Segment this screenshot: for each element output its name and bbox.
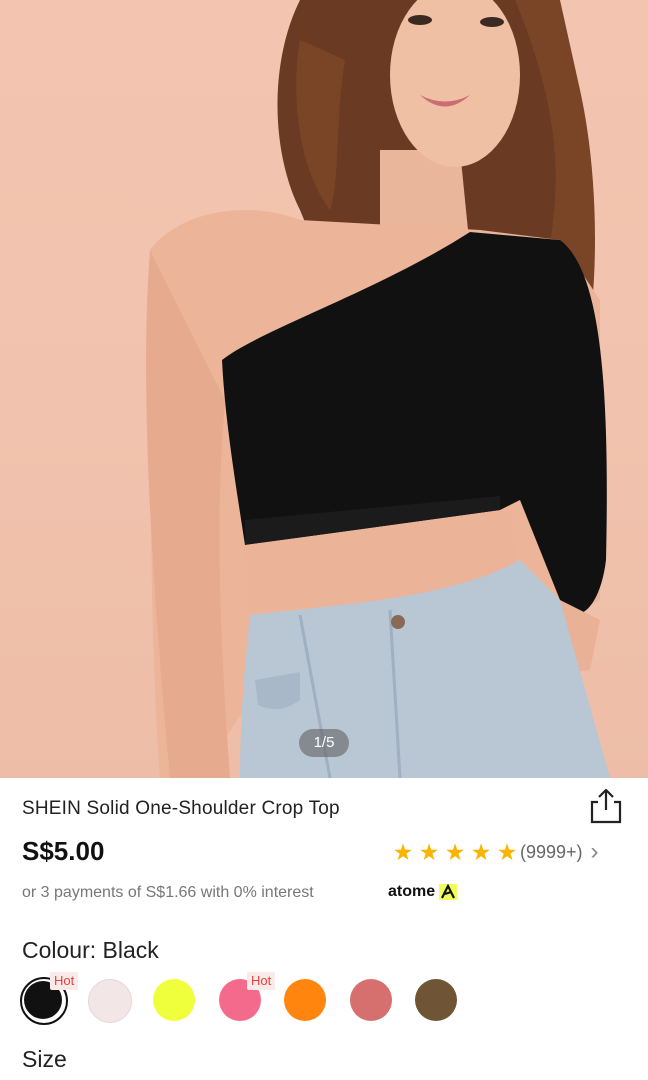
product-page: 1/5 SHEIN Solid One-Shoulder Crop Top S$… bbox=[0, 0, 648, 1080]
hot-badge: Hot bbox=[247, 972, 276, 990]
rating-stars: ★ ★ ★ ★ ★ bbox=[390, 838, 520, 866]
chevron-right-icon: › bbox=[590, 838, 599, 865]
colour-swatch[interactable] bbox=[153, 979, 195, 1021]
colour-swatch[interactable] bbox=[415, 979, 457, 1021]
colour-swatch[interactable] bbox=[350, 979, 392, 1021]
star-icon: ★ bbox=[444, 839, 466, 865]
star-icon: ★ bbox=[470, 839, 492, 865]
colour-swatch[interactable] bbox=[88, 979, 132, 1023]
installment-text: or 3 payments of S$1.66 with 0% interest bbox=[22, 884, 314, 901]
hot-badge: Hot bbox=[50, 972, 79, 990]
product-price: S$5.00 bbox=[22, 836, 105, 866]
image-counter: 1/5 bbox=[299, 729, 349, 757]
share-icon[interactable] bbox=[588, 786, 624, 826]
star-icon: ★ bbox=[496, 839, 518, 865]
atome-label: atome bbox=[388, 883, 436, 900]
size-label: Size bbox=[22, 1046, 67, 1072]
rating-summary[interactable]: ★ ★ ★ ★ ★ (9999+) › bbox=[390, 838, 599, 866]
product-title: SHEIN Solid One-Shoulder Crop Top bbox=[22, 798, 340, 819]
star-icon: ★ bbox=[418, 839, 440, 865]
product-photo bbox=[146, 0, 610, 778]
product-image-carousel[interactable]: 1/5 bbox=[0, 0, 648, 778]
colour-label: Colour: Black bbox=[22, 937, 159, 963]
colour-swatch[interactable] bbox=[284, 979, 326, 1021]
atome-brand[interactable]: atome bbox=[388, 883, 458, 901]
review-count: (9999+) bbox=[520, 841, 583, 862]
star-icon: ★ bbox=[392, 839, 414, 865]
atome-logo-icon bbox=[439, 883, 458, 900]
